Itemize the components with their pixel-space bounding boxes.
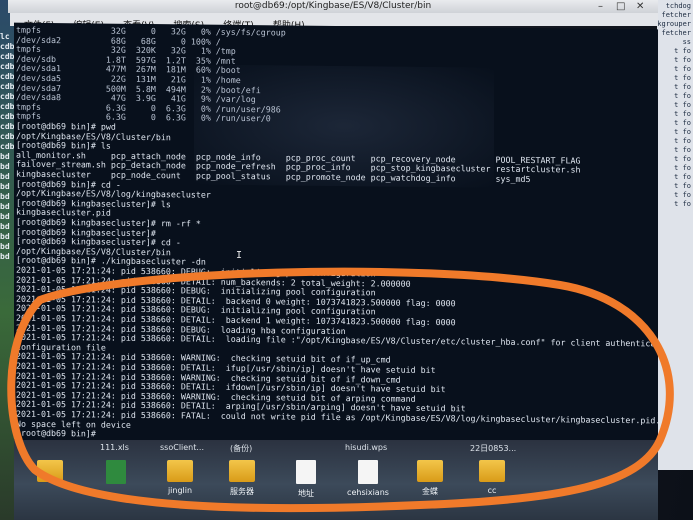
right-strip-label: t fo — [674, 182, 691, 190]
desktop-icon[interactable] — [20, 460, 80, 486]
dock-tab[interactable]: ssoClient... — [160, 443, 204, 455]
dock-tab[interactable]: hisudi.wps — [345, 443, 387, 455]
desktop-icon-label: cehsixians — [347, 488, 389, 497]
desktop-icon[interactable]: jinglin — [150, 460, 210, 495]
desktop-icon-label: 服务器 — [230, 487, 254, 496]
right-strip-label: t fo — [674, 200, 691, 208]
dock-tab[interactable]: 111.xls — [100, 443, 129, 455]
right-strip-label: t fo — [674, 47, 691, 55]
terminal-line: 2021-01-05 17:21:24: pid 538660: DETAIL:… — [16, 331, 658, 349]
right-strip-label: t fo — [674, 74, 691, 82]
maximize-icon[interactable]: □ — [616, 1, 625, 12]
document-icon — [296, 460, 316, 484]
close-icon[interactable]: ✕ — [636, 1, 644, 12]
text-cursor-icon: I — [236, 250, 243, 261]
terminal-line: [root@db69 bin]# — [16, 427, 101, 439]
spreadsheet-icon — [106, 460, 126, 484]
right-strip-label: ss — [682, 38, 691, 46]
dock-tab[interactable]: 22日0853... — [470, 443, 516, 455]
document-icon — [358, 460, 378, 484]
right-strip-label: t fo — [674, 92, 691, 100]
desktop-icon[interactable]: cc — [462, 460, 522, 495]
desktop-icon-label: 地址 — [298, 489, 314, 498]
right-strip-label: t fo — [674, 146, 691, 154]
desktop-icon[interactable]: 服务器 — [212, 460, 272, 497]
right-strip-label: fetcher — [661, 11, 691, 19]
terminal-output[interactable]: tmpfs 32G 0 32G 0% /sys/fs/cgroup/dev/sd… — [14, 22, 658, 450]
right-strip-label: t fo — [674, 191, 691, 199]
right-strip-label: t fo — [674, 65, 691, 73]
right-strip-label: t fo — [674, 173, 691, 181]
desktop-icon-label: cc — [487, 486, 497, 495]
right-strip-label: t fo — [674, 119, 691, 127]
right-strip-label: t fo — [674, 101, 691, 109]
window-title: root@db69:/opt/Kingbase/ES/V8/Cluster/bi… — [234, 1, 432, 11]
folder-icon — [417, 460, 443, 482]
desktop-icon-label: jinglin — [167, 486, 193, 495]
folder-icon — [479, 460, 505, 482]
terminal-title-bar[interactable]: root@db69:/opt/Kingbase/ES/V8/Cluster/bi… — [8, 0, 658, 13]
desktop-icon[interactable]: cehsixians — [338, 460, 398, 497]
desktop-icon[interactable] — [86, 460, 146, 488]
right-strip-label: tchdog — [665, 2, 691, 10]
right-strip-label: t fo — [674, 128, 691, 136]
right-strip-label: t fo — [674, 137, 691, 145]
dock-tab[interactable]: (备份) — [230, 443, 252, 455]
folder-icon — [167, 460, 193, 482]
desktop-icon[interactable]: 地址 — [276, 460, 336, 499]
minimize-icon[interactable]: – — [598, 1, 603, 12]
right-strip-label: t fo — [674, 155, 691, 163]
folder-icon — [37, 460, 63, 482]
desktop-icon-label: 金蝶 — [422, 487, 438, 496]
desktop-right-window: tchdog fetcher ckgrouper fetcher ss t fo t fo t… — [653, 0, 693, 470]
right-strip-label: t fo — [674, 164, 691, 172]
right-strip-label: t fo — [674, 83, 691, 91]
right-strip-label: fetcher — [661, 29, 691, 37]
desktop-icon[interactable]: 金蝶 — [400, 460, 460, 497]
right-strip-label: ckgrouper — [653, 20, 691, 28]
right-strip-label: t fo — [674, 56, 691, 64]
photo-scene: lc cdb cdb cdb cdb cdb cdb cdb cdb cdb cdb cdb bd bd b… — [0, 0, 693, 520]
right-strip-label: t fo — [674, 110, 691, 118]
folder-icon — [229, 460, 255, 482]
